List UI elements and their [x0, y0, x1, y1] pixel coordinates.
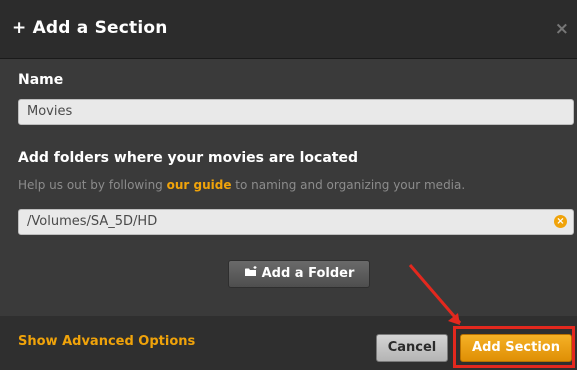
help-suffix: to naming and organizing your media. — [231, 178, 466, 192]
add-folder-label: Add a Folder — [261, 266, 355, 281]
folder-add-icon — [244, 261, 258, 287]
name-label: Name — [18, 72, 64, 88]
add-folder-button[interactable]: Add a Folder — [228, 260, 370, 288]
folders-label: Add folders where your movies are locate… — [18, 150, 358, 166]
add-section-dialog: + Add a Section × Name Movies Add folder… — [0, 0, 577, 370]
name-input[interactable]: Movies — [18, 99, 574, 125]
help-prefix: Help us out by following — [18, 178, 167, 192]
clear-circle-icon[interactable]: × — [554, 215, 567, 228]
help-text: Help us out by following our guide to na… — [18, 178, 465, 192]
folder-path-value: /Volumes/SA_5D/HD — [27, 214, 158, 229]
dialog-title: + Add a Section — [12, 18, 168, 38]
guide-link[interactable]: our guide — [167, 178, 232, 192]
add-section-button[interactable]: Add Section — [460, 334, 572, 362]
show-advanced-options-link[interactable]: Show Advanced Options — [18, 334, 195, 349]
folder-path-input[interactable]: /Volumes/SA_5D/HD × — [18, 209, 574, 235]
close-icon[interactable]: × — [555, 19, 569, 39]
cancel-button[interactable]: Cancel — [376, 334, 448, 362]
dialog-header: + Add a Section × — [0, 0, 577, 59]
